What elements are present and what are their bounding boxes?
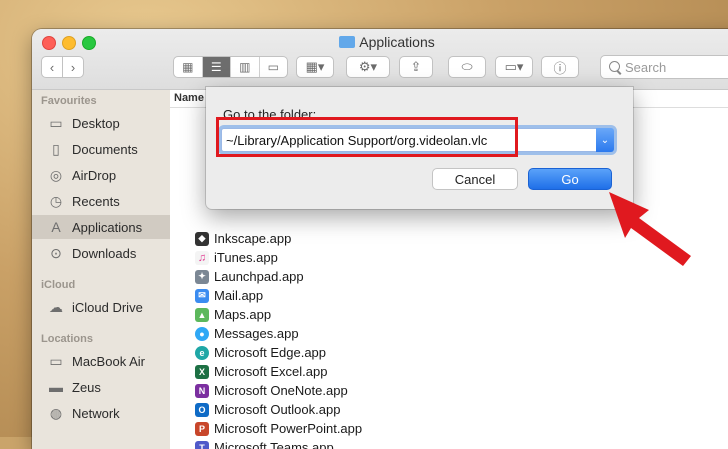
forward-button[interactable]: › <box>62 56 84 78</box>
list-item[interactable]: X Microsoft Excel.app <box>170 362 728 381</box>
excel-icon: X <box>195 365 209 379</box>
favourites-heading: Favourites <box>41 95 97 107</box>
applications-icon: A <box>48 219 64 235</box>
laptop-icon: ▭ <box>48 353 64 369</box>
chevron-down-icon: ⌄ <box>601 135 609 146</box>
action-button[interactable]: ⚙▾ <box>346 56 390 78</box>
titlebar: Applications ‹ › ▦ ☰ ▥ ▭ ▦▾ ⚙▾ ⇪ ⬭ ▭▾ <box>32 29 728 90</box>
view-switcher: ▦ ☰ ▥ ▭ <box>173 56 288 78</box>
cancel-button[interactable]: Cancel <box>432 168 518 190</box>
documents-icon: ▯ <box>48 141 64 157</box>
go-button[interactable]: Go <box>528 168 612 190</box>
annotation-arrow-icon <box>605 190 697 270</box>
desktop-icon: ▭ <box>48 115 64 131</box>
sidebar-item-downloads[interactable]: ⊙ Downloads <box>32 241 170 265</box>
tags-button[interactable]: ⬭ <box>448 56 486 78</box>
cloud-icon: ☁ <box>48 299 64 315</box>
locations-heading: Locations <box>41 333 93 345</box>
list-item[interactable]: T Microsoft Teams.app <box>170 438 728 449</box>
itunes-icon: ♫ <box>195 251 209 265</box>
annotation-highlight-box <box>216 117 518 157</box>
sidebar-item-macbook-air[interactable]: ▭ MacBook Air <box>32 349 170 373</box>
new-folder-button[interactable]: ▭▾ <box>495 56 533 78</box>
search-field[interactable]: Search <box>600 55 728 79</box>
tag-icon: ⬭ <box>461 59 472 75</box>
sidebar-item-network[interactable]: ◍ Network <box>32 401 170 425</box>
onenote-icon: N <box>195 384 209 398</box>
sidebar-item-zeus[interactable]: ▬ Zeus <box>32 375 170 399</box>
teams-icon: T <box>195 441 209 449</box>
sidebar-item-icloud-drive[interactable]: ☁ iCloud Drive <box>32 295 170 319</box>
icon-view-button[interactable]: ▦ <box>174 57 203 77</box>
history-dropdown-button[interactable]: ⌄ <box>596 128 614 152</box>
folder-icon <box>339 36 355 48</box>
mail-icon: ✉ <box>195 289 209 303</box>
chevron-left-icon: ‹ <box>50 60 54 75</box>
group-button[interactable]: ▦▾ <box>296 56 334 78</box>
search-placeholder: Search <box>625 60 666 75</box>
sidebar-item-recents[interactable]: ◷ Recents <box>32 189 170 213</box>
search-icon <box>609 61 620 72</box>
globe-icon: ◍ <box>48 405 64 421</box>
sidebar: Favourites ▭ Desktop ▯ Documents ◎ AirDr… <box>32 90 170 449</box>
maps-icon: ▲ <box>195 308 209 322</box>
sidebar-item-airdrop[interactable]: ◎ AirDrop <box>32 163 170 187</box>
outlook-icon: O <box>195 403 209 417</box>
info-icon: ⓘ <box>553 58 566 77</box>
messages-icon: ● <box>195 327 209 341</box>
recents-icon: ◷ <box>48 193 64 209</box>
share-icon: ⇪ <box>411 59 422 75</box>
edge-icon: e <box>195 346 209 360</box>
go-to-folder-dialog: Go to the folder: ⌄ Cancel Go <box>206 87 633 209</box>
new-folder-icon: ▭▾ <box>505 59 524 75</box>
sidebar-item-applications[interactable]: A Applications <box>32 215 170 239</box>
drive-icon: ▬ <box>48 379 64 395</box>
back-button[interactable]: ‹ <box>41 56 63 78</box>
list-item[interactable]: P Microsoft PowerPoint.app <box>170 419 728 438</box>
info-button[interactable]: ⓘ <box>541 56 579 78</box>
list-item[interactable]: ▲ Maps.app <box>170 305 728 324</box>
sidebar-item-desktop[interactable]: ▭ Desktop <box>32 111 170 135</box>
sidebar-item-documents[interactable]: ▯ Documents <box>32 137 170 161</box>
powerpoint-icon: P <box>195 422 209 436</box>
downloads-icon: ⊙ <box>48 245 64 261</box>
list-item[interactable]: e Microsoft Edge.app <box>170 343 728 362</box>
group-icon: ▦▾ <box>306 59 325 75</box>
list-item[interactable]: N Microsoft OneNote.app <box>170 381 728 400</box>
inkscape-icon: ◆ <box>195 232 209 246</box>
share-button[interactable]: ⇪ <box>399 56 433 78</box>
icloud-heading: iCloud <box>41 279 75 291</box>
list-view-button[interactable]: ☰ <box>203 57 232 77</box>
list-item[interactable]: ● Messages.app <box>170 324 728 343</box>
airdrop-icon: ◎ <box>48 167 64 183</box>
gallery-view-button[interactable]: ▭ <box>260 57 288 77</box>
column-view-button[interactable]: ▥ <box>231 57 260 77</box>
list-item[interactable]: O Microsoft Outlook.app <box>170 400 728 419</box>
list-item[interactable]: ✉ Mail.app <box>170 286 728 305</box>
gear-icon: ⚙▾ <box>359 59 377 75</box>
window-title: Applications <box>32 34 728 50</box>
chevron-right-icon: › <box>71 60 75 75</box>
launchpad-icon: ✦ <box>195 270 209 284</box>
